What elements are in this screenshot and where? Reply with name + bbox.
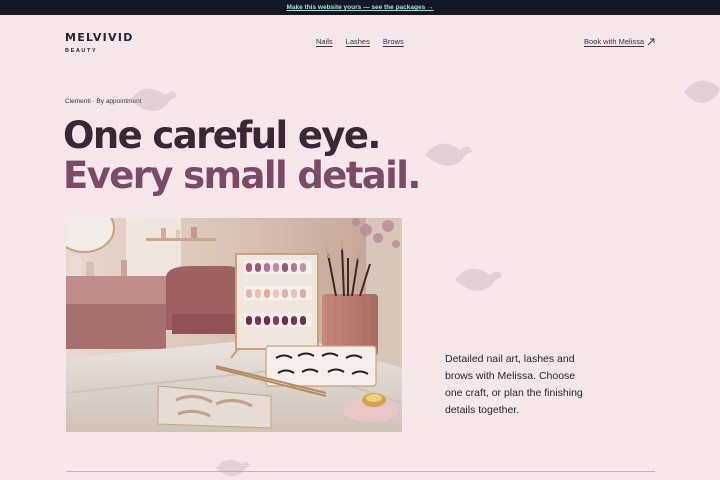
salon-workstation-photo bbox=[66, 218, 402, 432]
whale-icon bbox=[684, 80, 720, 103]
headline-line-1: One careful eye. bbox=[63, 114, 381, 157]
watermark bbox=[445, 250, 595, 315]
watermark bbox=[210, 450, 290, 480]
section-divider bbox=[66, 471, 655, 472]
hero-image bbox=[66, 218, 402, 432]
watermark bbox=[680, 62, 720, 127]
headline-line-2: Every small detail. bbox=[63, 154, 421, 197]
promo-link[interactable]: Make this website yours — see the packag… bbox=[286, 4, 433, 11]
brand-logo[interactable]: MELVIVID BEAUTY bbox=[65, 31, 134, 54]
whale-icon bbox=[216, 459, 250, 477]
hero-description: Detailed nail art, lashes and brows with… bbox=[445, 353, 583, 416]
brand-name: MELVIVID bbox=[65, 31, 134, 44]
brand-tagline: BEAUTY bbox=[65, 48, 98, 54]
whale-icon bbox=[455, 268, 502, 291]
location-eyebrow: Clementi · By appointment bbox=[65, 98, 142, 105]
watermark bbox=[415, 125, 565, 190]
nav-item-lashes[interactable]: Lashes bbox=[346, 37, 370, 46]
whale-icon bbox=[425, 143, 472, 166]
nav-item-brows[interactable]: Brows bbox=[383, 37, 404, 46]
book-label: Book with Melissa bbox=[583, 37, 644, 46]
promo-bar: Make this website yours — see the packag… bbox=[0, 0, 720, 15]
page-title: One careful eye. Every small detail. bbox=[63, 114, 421, 197]
arrow-up-right-icon bbox=[647, 38, 655, 45]
book-button[interactable]: Book with Melissa bbox=[584, 37, 655, 46]
nav-item-nails[interactable]: Nails bbox=[316, 37, 333, 46]
main-nav: Nails Lashes Brows bbox=[316, 37, 404, 46]
